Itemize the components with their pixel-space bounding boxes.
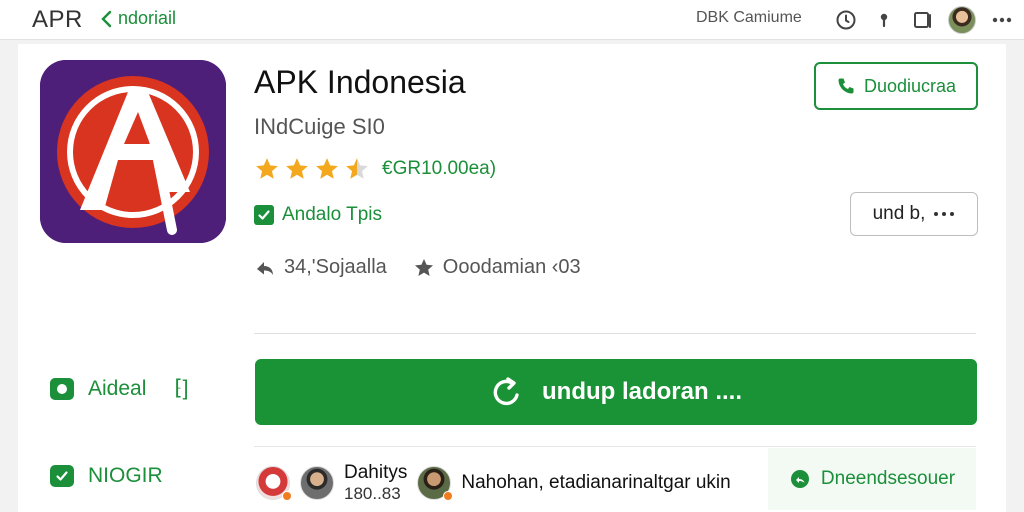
app-detail-card: APK Indonesia INdCuige SI0 €GR10.00ea) A… <box>18 44 1006 512</box>
meta-downloads-text: Ooodamian ‹03 <box>442 256 581 278</box>
back-link-label: ndoriail <box>118 8 177 28</box>
sidebar-item-ideal[interactable]: Aideal ⁅] <box>50 376 188 401</box>
meta-shares-text: 34,'Sojaalla <box>284 256 387 278</box>
cta-label: undup ladoran .... <box>542 378 742 405</box>
star-half-icon <box>346 158 368 179</box>
rating-row: €GR10.00ea) <box>254 156 496 182</box>
window-icon[interactable] <box>910 8 934 32</box>
clock-icon[interactable] <box>834 8 858 32</box>
avatar[interactable] <box>256 465 292 501</box>
avatar[interactable] <box>948 6 976 34</box>
chat-bubble-icon <box>50 377 74 400</box>
reviews-row: Dahitys 180..83 Nahohan, etadianarinaltg… <box>256 462 731 503</box>
app-subtitle: INdCuige SI0 <box>254 114 385 139</box>
meta-row: 34,'Sojaalla Ooodamian ‹03 <box>254 256 581 279</box>
location-pin-icon[interactable] <box>872 8 896 32</box>
app-title: APK Indonesia <box>254 64 466 100</box>
star-badge-icon <box>414 258 433 276</box>
top-bar: APR ndoriail DBK Camiume <box>0 0 1024 40</box>
check-icon <box>254 205 274 225</box>
download-cta-button[interactable]: undup ladoran .... <box>255 359 977 425</box>
verified-text: Andalo Tpis <box>282 204 382 225</box>
verified-label: Andalo Tpis <box>254 204 382 226</box>
check-icon <box>50 465 74 487</box>
back-link[interactable]: ndoriail <box>100 8 176 29</box>
avatar[interactable] <box>300 465 334 500</box>
share-icon <box>257 261 273 275</box>
contact-button[interactable]: Duodiucraa <box>814 62 978 110</box>
divider <box>254 333 976 334</box>
reviewer-block: Dahitys 180..83 <box>344 462 407 503</box>
star-icon <box>286 158 308 179</box>
avatar[interactable] <box>417 465 454 501</box>
top-icons <box>834 6 1014 34</box>
divider <box>254 446 976 447</box>
sidebar-item-suffix: ⁅] <box>174 377 189 400</box>
app-icon <box>40 60 226 243</box>
rating-text: €GR10.00ea) <box>382 158 497 179</box>
review-text: Nahohan, etadianarinaltgar ukin <box>461 471 731 493</box>
star-icon <box>256 158 278 179</box>
reviewer-name: Dahitys <box>344 462 408 483</box>
sidebar-item-label: NIOGIR <box>88 464 163 487</box>
meta-item-shares: 34,'Sojaalla <box>254 256 387 279</box>
more-icon[interactable] <box>990 8 1014 32</box>
share-button[interactable]: Dneendsesouer <box>768 448 976 510</box>
share-button-label: Dneendsesouer <box>820 468 956 489</box>
meta-item-downloads: Ooodamian ‹03 <box>413 256 581 279</box>
more-icon <box>934 212 955 216</box>
more-options-label: und b, <box>872 203 926 224</box>
chevron-left-icon <box>101 10 112 27</box>
brand-logo[interactable]: APR <box>32 6 83 34</box>
account-name[interactable]: DBK Camiume <box>696 9 802 27</box>
sidebar-item-niogir[interactable]: NIOGIR <box>50 464 163 488</box>
more-options-button[interactable]: und b, <box>850 192 978 236</box>
review-count: 180..83 <box>344 483 401 503</box>
contact-button-label: Duodiucraa <box>863 75 957 96</box>
phone-icon <box>838 78 854 94</box>
sidebar-item-label: Aideal <box>88 376 147 400</box>
refresh-icon <box>493 377 519 406</box>
whatsapp-icon <box>790 470 809 488</box>
star-icon <box>316 158 338 179</box>
